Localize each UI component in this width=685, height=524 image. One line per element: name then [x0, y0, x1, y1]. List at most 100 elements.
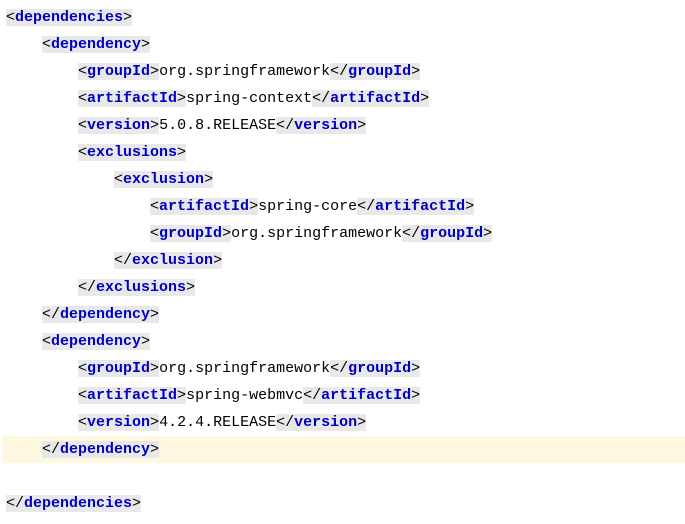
line-content: <dependencies>	[6, 9, 132, 26]
angle-bracket: </	[330, 63, 348, 80]
xml-tag: groupId	[420, 225, 483, 242]
angle-bracket: >	[483, 225, 492, 242]
angle-bracket: <	[78, 63, 87, 80]
indent	[6, 441, 42, 458]
code-line[interactable]: <version>4.2.4.RELEASE</version>	[2, 409, 685, 436]
code-line[interactable]: <exclusions>	[2, 139, 685, 166]
xml-text: org.springframework	[231, 225, 402, 242]
line-content: </dependencies>	[6, 495, 141, 512]
xml-tag: dependency	[51, 36, 141, 53]
angle-bracket: >	[213, 252, 222, 269]
angle-bracket: >	[141, 333, 150, 350]
code-line[interactable]: </dependency>	[2, 301, 685, 328]
xml-text: spring-context	[186, 90, 312, 107]
xml-code-block: <dependencies> <dependency> <groupId>org…	[2, 4, 685, 517]
angle-bracket: </	[114, 252, 132, 269]
angle-bracket: </	[42, 441, 60, 458]
angle-bracket: >	[150, 441, 159, 458]
indent	[6, 225, 150, 242]
angle-bracket: <	[42, 36, 51, 53]
angle-bracket: </	[402, 225, 420, 242]
code-line[interactable]: <dependencies>	[2, 4, 685, 31]
indent	[6, 171, 114, 188]
indent	[6, 144, 78, 161]
angle-bracket: >	[420, 90, 429, 107]
code-line[interactable]: </dependencies>	[2, 490, 685, 517]
code-line[interactable]: <groupId>org.springframework</groupId>	[2, 58, 685, 85]
code-line[interactable]: <artifactId>spring-core</artifactId>	[2, 193, 685, 220]
xml-tag: groupId	[348, 360, 411, 377]
line-content: <artifactId>spring-context</artifactId>	[78, 90, 429, 107]
code-line[interactable]: <groupId>org.springframework</groupId>	[2, 220, 685, 247]
xml-tag: version	[294, 414, 357, 431]
angle-bracket: >	[150, 414, 159, 431]
code-line[interactable]: </exclusion>	[2, 247, 685, 274]
code-line[interactable]: </dependency>	[2, 436, 685, 463]
xml-tag: groupId	[159, 225, 222, 242]
indent	[6, 306, 42, 323]
code-line[interactable]: </exclusions>	[2, 274, 685, 301]
line-content: <exclusions>	[78, 144, 186, 161]
line-content: </exclusion>	[114, 252, 222, 269]
angle-bracket: >	[411, 387, 420, 404]
angle-bracket: <	[78, 414, 87, 431]
angle-bracket: </	[42, 306, 60, 323]
angle-bracket: </	[276, 117, 294, 134]
angle-bracket: >	[465, 198, 474, 215]
line-content: <version>4.2.4.RELEASE</version>	[78, 414, 366, 431]
xml-text: org.springframework	[159, 63, 330, 80]
xml-tag: exclusion	[123, 171, 204, 188]
line-content: <groupId>org.springframework</groupId>	[78, 63, 420, 80]
angle-bracket: >	[411, 63, 420, 80]
angle-bracket: </	[276, 414, 294, 431]
line-content: <dependency>	[42, 333, 150, 350]
angle-bracket: <	[78, 144, 87, 161]
xml-tag: dependencies	[24, 495, 132, 512]
line-content: <version>5.0.8.RELEASE</version>	[78, 117, 366, 134]
xml-tag: artifactId	[87, 387, 177, 404]
code-line[interactable]: <dependency>	[2, 328, 685, 355]
angle-bracket: <	[114, 171, 123, 188]
angle-bracket: >	[411, 360, 420, 377]
angle-bracket: </	[303, 387, 321, 404]
angle-bracket: >	[222, 225, 231, 242]
angle-bracket: <	[150, 198, 159, 215]
code-line[interactable]: <exclusion>	[2, 166, 685, 193]
xml-tag: exclusions	[96, 279, 186, 296]
angle-bracket: >	[357, 117, 366, 134]
indent	[6, 117, 78, 134]
xml-tag: artifactId	[375, 198, 465, 215]
line-content: <exclusion>	[114, 171, 213, 188]
xml-tag: groupId	[348, 63, 411, 80]
angle-bracket: <	[150, 225, 159, 242]
indent	[6, 36, 42, 53]
code-line[interactable]: <version>5.0.8.RELEASE</version>	[2, 112, 685, 139]
xml-tag: artifactId	[330, 90, 420, 107]
line-content: <artifactId>spring-core</artifactId>	[150, 198, 474, 215]
line-content: <groupId>org.springframework</groupId>	[78, 360, 420, 377]
angle-bracket: </	[78, 279, 96, 296]
blank-line	[2, 463, 685, 490]
angle-bracket: >	[132, 495, 141, 512]
angle-bracket: >	[150, 306, 159, 323]
angle-bracket: >	[150, 63, 159, 80]
indent	[6, 63, 78, 80]
angle-bracket: </	[312, 90, 330, 107]
angle-bracket: <	[6, 9, 15, 26]
code-line[interactable]: <artifactId>spring-webmvc</artifactId>	[2, 382, 685, 409]
indent	[6, 333, 42, 350]
code-line[interactable]: <artifactId>spring-context</artifactId>	[2, 85, 685, 112]
line-content: <groupId>org.springframework</groupId>	[150, 225, 492, 242]
xml-text: org.springframework	[159, 360, 330, 377]
xml-tag: dependency	[60, 441, 150, 458]
xml-tag: artifactId	[159, 198, 249, 215]
xml-tag: exclusions	[87, 144, 177, 161]
angle-bracket: >	[204, 171, 213, 188]
angle-bracket: </	[357, 198, 375, 215]
xml-tag: dependency	[51, 333, 141, 350]
angle-bracket: >	[357, 414, 366, 431]
code-line[interactable]: <dependency>	[2, 31, 685, 58]
code-line[interactable]: <groupId>org.springframework</groupId>	[2, 355, 685, 382]
indent	[6, 90, 78, 107]
angle-bracket: >	[177, 90, 186, 107]
